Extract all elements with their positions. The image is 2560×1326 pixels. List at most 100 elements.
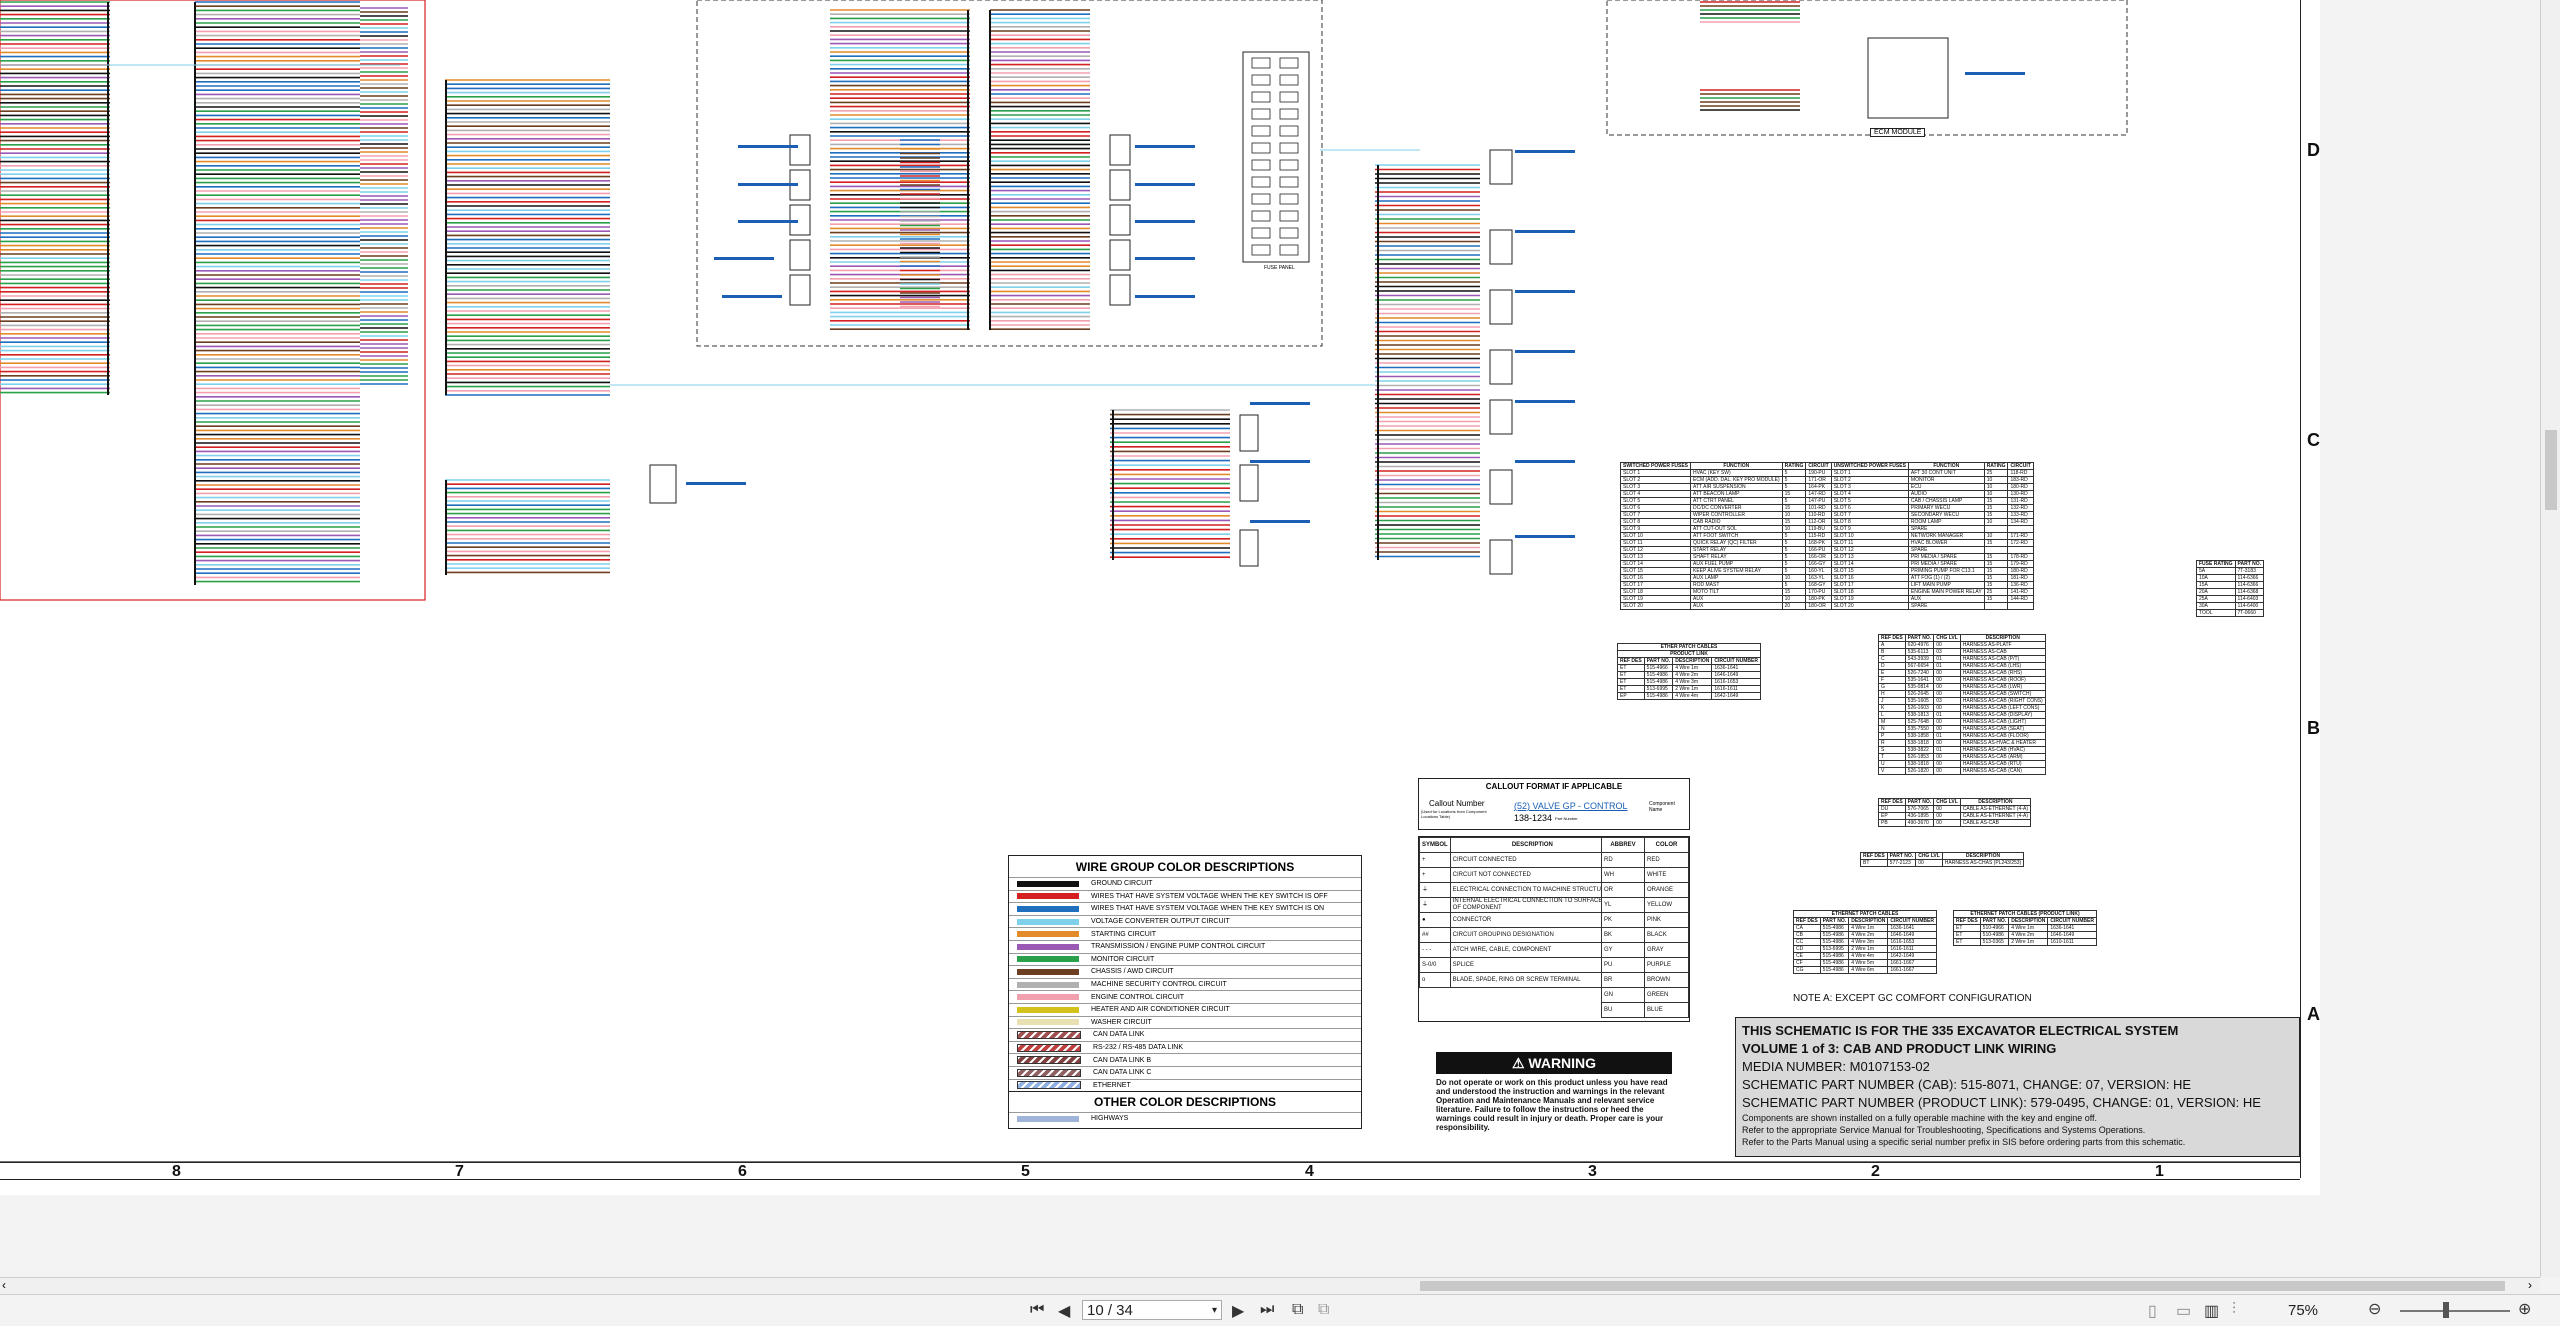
relay: [1489, 539, 1513, 575]
table-cell: ATT CUT-OUT SOL: [1690, 525, 1783, 533]
legend-row: ENGINE CONTROL CIRCUIT: [1009, 990, 1361, 1003]
callout-component-label: Component Name: [1649, 801, 1675, 813]
vertical-scroll-thumb[interactable]: [2545, 430, 2557, 510]
table-row: L 538-1813 01 HARNESS AS-CAB (DISPLAY): [1878, 711, 2046, 719]
table-row: + CIRCUIT CONNECTED: [1419, 852, 1616, 868]
component-link: [1135, 145, 1195, 148]
table-cell: HARNESS AS-CAB (ROOF): [1959, 676, 2046, 684]
legend-row: MONITOR CIRCUIT: [1009, 952, 1361, 966]
zoom-slider-knob[interactable]: [2443, 1302, 2449, 1318]
legend-label: TRANSMISSION / ENGINE PUMP CONTROL CIRCU…: [1091, 943, 1266, 951]
table-cell: HARNESS AS-CAB (LWR): [1959, 683, 2046, 691]
table-cell: 114-6368: [2234, 588, 2265, 596]
table-cell: ATT CTRT PANEL: [1690, 497, 1783, 505]
table-cell: SLOT 3: [1619, 483, 1692, 491]
table-cell: MONITOR: [1907, 476, 1985, 484]
ecm-boundary: [1606, 0, 2128, 136]
table-cell: ENGINE MAIN POWER RELAY: [1907, 588, 1985, 596]
facing-page-view-icon[interactable]: ▥: [2204, 1301, 2219, 1321]
table-cell: 4 Wire 1m: [2008, 924, 2049, 932]
table-row: CA 515-4986 4 Wire 1m 1636-1641: [1793, 924, 1937, 932]
table-cell: 4 Wire 2m: [1672, 671, 1713, 679]
table-row: BK BLACK: [1600, 927, 1689, 943]
scroll-right-arrow-icon[interactable]: ›: [2528, 1278, 2532, 1292]
table-row: EP 436-1895 00 CABLE AS-ETHERNET (4-A): [1878, 812, 2031, 820]
single-page-view-icon[interactable]: ▯: [2148, 1301, 2157, 1321]
table-cell: 5A: [2196, 567, 2236, 575]
table-header: PART NO.: [1979, 917, 2010, 925]
table-cell: 110-RD: [1805, 511, 1832, 519]
ecm-connector: [1867, 37, 1949, 119]
table-cell: HARNESS AS-CAB (DISPLAY): [1959, 711, 2046, 719]
column-label-8: 8: [172, 1163, 181, 1180]
table-cell: 7T-3183: [2234, 567, 2265, 575]
horizontal-scroll-thumb[interactable]: [1420, 1281, 2505, 1291]
table-cell: 190-PU: [1805, 469, 1832, 477]
table-header: PART NO.: [1904, 634, 1935, 642]
table-header: REF DES: [1617, 657, 1645, 665]
component-link: [1135, 295, 1195, 298]
component-link: [1515, 350, 1575, 353]
scroll-left-arrow-icon[interactable]: ‹: [2, 1278, 6, 1292]
table-cell: SLOT 13: [1619, 553, 1692, 561]
table-cell: PK: [1600, 912, 1646, 928]
table-row: 15A 114-6366: [2196, 581, 2265, 589]
table-cell: 567-6654: [1904, 662, 1935, 670]
component-link: [1515, 460, 1575, 463]
previous-page-icon[interactable]: ◀: [1058, 1301, 1070, 1321]
table-cell: B: [1878, 648, 1906, 656]
table-row: T 526-1853 00 HARNESS AS-CAB (ARM): [1878, 753, 2046, 761]
column-label-4: 4: [1305, 1163, 1314, 1180]
table-cell: SLOT 6: [1830, 504, 1909, 512]
table-row: S 538-3822 01 HARNESS AS-CAB (HVAC): [1878, 746, 2046, 754]
table-cell: 526-1603: [1904, 704, 1935, 712]
legend-label: WIRES THAT HAVE SYSTEM VOLTAGE WHEN THE …: [1091, 892, 1328, 900]
horizontal-scrollbar[interactable]: ‹ ›: [0, 1277, 2540, 1294]
zoom-slider[interactable]: [2400, 1310, 2510, 1312]
table-cell: 10: [1983, 490, 2009, 498]
table-cell: HARNESS AS-CAB (LEFT CONS): [1959, 704, 2046, 712]
legend-swatch: [1017, 968, 1079, 975]
table-cell: D: [1878, 662, 1906, 670]
table-cell: 7T-0660: [2234, 609, 2265, 617]
table-cell: OR: [1600, 882, 1646, 898]
table-cell: HVAC (KEY SW): [1690, 469, 1783, 477]
go-forward-view-icon[interactable]: ⧉: [1318, 1301, 1329, 1319]
table-cell: HARNESS AS-CAB (LIGHT): [1959, 718, 2046, 726]
vertical-scrollbar[interactable]: [2540, 0, 2560, 1277]
table-cell: 144-RD: [2007, 595, 2034, 603]
table-row: R 538-1818 00 HARNESS AS-HVAC & HEATER: [1878, 739, 2046, 747]
next-page-icon[interactable]: ▶: [1232, 1301, 1244, 1321]
page-dropdown-chevron-icon[interactable]: ▾: [1212, 1301, 1217, 1321]
table-row: M 525-7648 00 HARNESS AS-CAB (LIGHT): [1878, 718, 2046, 726]
table-cell: 00: [1933, 812, 1961, 820]
relay: [1489, 289, 1513, 325]
table-cell: 5: [1781, 469, 1807, 477]
table-cell: DC/DC CONVERTER: [1690, 504, 1783, 512]
component-link: [1135, 220, 1195, 223]
zoom-out-icon[interactable]: ⊖: [2368, 1299, 2381, 1319]
first-page-icon[interactable]: ⏮: [1030, 1301, 1044, 1319]
table-cell: 2 Wire 1m: [1848, 945, 1889, 953]
legend-row: GROUND CIRCUIT: [1009, 877, 1361, 890]
legend-swatch: [1017, 1115, 1079, 1122]
legend-swatch: [1017, 1006, 1079, 1013]
continuous-view-icon[interactable]: ▭: [2176, 1301, 2191, 1321]
table-cell: TOOL: [2196, 609, 2236, 617]
table-cell: J: [1878, 697, 1906, 705]
table-header: DESCRIPTION: [1672, 657, 1713, 665]
ether-patch-table: ETHER PATCH CABLES PRODUCT LINK REF DES P…: [1617, 643, 1761, 700]
go-back-view-icon[interactable]: ⧉: [1292, 1301, 1303, 1319]
fuse-table: SWITCHED POWER FUSES FUNCTION RATING CIRCUI…: [1619, 462, 2034, 610]
table-cell: 01: [1933, 655, 1961, 663]
cover-page-view-icon[interactable]: ⫶: [2232, 1301, 2236, 1319]
zoom-in-icon[interactable]: ⊕: [2518, 1299, 2531, 1319]
legend-row: STARTING CIRCUIT: [1009, 927, 1361, 940]
page-number-field[interactable]: 10 / 34 ▾: [1082, 1300, 1222, 1320]
table-cell: 170-PU: [1805, 588, 1832, 596]
page-number-value: 10 / 34: [1087, 1302, 1133, 1319]
table-cell: 1636-1641: [1887, 924, 1937, 932]
table-cell: 538-1818: [1904, 760, 1935, 768]
last-page-icon[interactable]: ⏭: [1260, 1301, 1274, 1319]
table-cell: NETWORK MANAGER: [1907, 532, 1985, 540]
